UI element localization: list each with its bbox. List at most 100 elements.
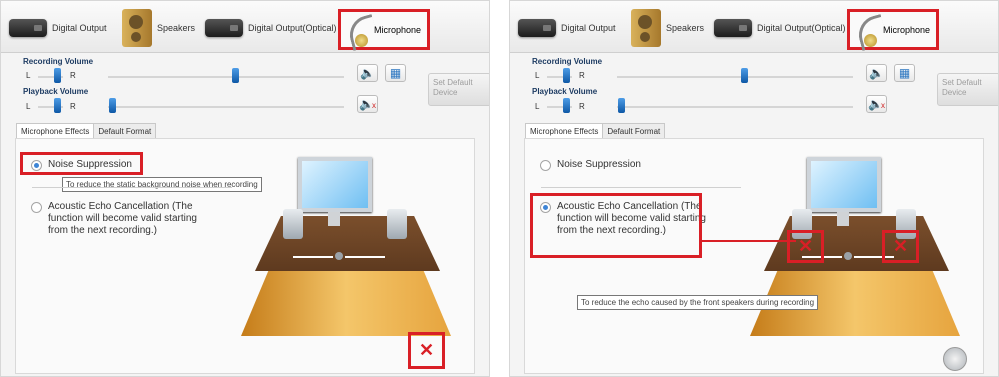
separator <box>32 187 232 188</box>
left-echo-x-icon: ✕ <box>787 230 824 263</box>
tab-speakers[interactable]: Speakers <box>122 9 195 47</box>
left-speaker-image <box>283 209 303 239</box>
tab-label-speakers: Speakers <box>157 23 196 33</box>
playback-right-label: R <box>579 102 585 111</box>
digital-output-icon <box>518 19 556 37</box>
highlight-acoustic-echo <box>530 193 702 258</box>
tab-label-microphone: Microphone <box>373 24 421 35</box>
monitor-image <box>807 157 881 212</box>
recording-balance-thumb[interactable] <box>563 68 570 83</box>
microphone-position-icon <box>335 252 343 260</box>
microphone-boost-button[interactable]: ▦ <box>894 64 915 82</box>
tab-microphone[interactable]: Microphone <box>847 9 939 50</box>
disabled-x-icon: ✕ <box>408 332 445 369</box>
recording-volume-slider[interactable] <box>617 76 853 78</box>
tab-default-format[interactable]: Default Format <box>93 123 157 139</box>
recording-left-label: L <box>535 71 540 80</box>
tab-label-digital-output-optical: Digital Output(Optical) <box>757 23 846 33</box>
recording-right-label: R <box>70 71 76 80</box>
recording-volume-slider[interactable] <box>108 76 344 78</box>
optical-output-icon <box>205 19 243 37</box>
tab-label-digital-output: Digital Output <box>52 23 107 33</box>
playback-volume-label: Playback Volume <box>23 87 89 96</box>
recording-balance-thumb[interactable] <box>54 68 61 83</box>
highlight-connector-line <box>701 240 796 242</box>
playback-volume-label: Playback Volume <box>532 87 598 96</box>
acoustic-echo-option[interactable]: Acoustic Echo Cancellation (The function… <box>31 201 211 237</box>
noise-suppression-label: Noise Suppression <box>557 159 641 170</box>
recording-mute-button[interactable]: 🔈 <box>866 64 887 82</box>
playback-mute-button[interactable]: 🔈x <box>357 95 378 113</box>
tab-default-format[interactable]: Default Format <box>602 123 666 139</box>
recording-left-label: L <box>26 71 31 80</box>
right-panel: Digital Output Speakers Digital Output(O… <box>509 0 999 377</box>
effects-content: Noise Suppression Acoustic Echo Cancella… <box>524 138 984 374</box>
recording-right-label: R <box>579 71 585 80</box>
settings-round-icon[interactable] <box>943 347 967 371</box>
tab-microphone[interactable]: Microphone <box>338 9 430 50</box>
tab-label-digital-output-optical: Digital Output(Optical) <box>248 23 337 33</box>
speakers-icon <box>631 9 661 47</box>
right-speaker-image <box>387 209 407 239</box>
acoustic-echo-tooltip: To reduce the echo caused by the front s… <box>577 295 819 310</box>
set-default-device-button[interactable]: Set Default Device <box>428 73 489 106</box>
device-tabs: Digital Output Speakers Digital Output(O… <box>510 1 998 53</box>
recording-volume-label: Recording Volume <box>532 57 603 66</box>
recording-volume-thumb[interactable] <box>741 68 748 83</box>
digital-output-icon <box>9 19 47 37</box>
tab-speakers[interactable]: Speakers <box>631 9 704 47</box>
device-tabs: Digital Output Speakers Digital Output(O… <box>1 1 489 53</box>
acoustic-echo-radio[interactable] <box>31 202 42 213</box>
tab-digital-output-optical[interactable]: Digital Output(Optical) <box>205 9 337 47</box>
monitor-stand <box>328 212 340 226</box>
recording-mute-button[interactable]: 🔈 <box>357 64 378 82</box>
monitor-image <box>298 157 372 212</box>
tab-digital-output[interactable]: Digital Output <box>518 9 616 47</box>
mic-boost-icon: ▦ <box>898 66 911 80</box>
tab-label-digital-output: Digital Output <box>561 23 616 33</box>
microphone-boost-button[interactable]: ▦ <box>385 64 406 82</box>
speakers-icon <box>122 9 152 47</box>
playback-left-label: L <box>535 102 540 111</box>
playback-balance-thumb[interactable] <box>54 98 61 113</box>
left-panel: Digital Output Speakers Digital Output(O… <box>0 0 490 377</box>
left-sound-arrow <box>293 256 333 258</box>
echo-illustration <box>241 151 451 336</box>
tab-digital-output-optical[interactable]: Digital Output(Optical) <box>714 9 846 47</box>
playback-volume-slider[interactable] <box>108 106 344 108</box>
playback-volume-slider[interactable] <box>617 106 853 108</box>
noise-suppression-radio[interactable] <box>540 160 551 171</box>
noise-suppression-tooltip: To reduce the static background noise wh… <box>62 177 262 192</box>
optical-output-icon <box>714 19 752 37</box>
microphone-icon <box>347 13 368 47</box>
tab-microphone-effects[interactable]: Microphone Effects <box>525 123 604 139</box>
muted-speaker-icon: 🔈x <box>359 97 376 111</box>
microphone-icon <box>856 13 877 47</box>
effects-tabs: Microphone Effects Default Format <box>525 123 666 139</box>
tab-digital-output[interactable]: Digital Output <box>9 9 107 47</box>
playback-volume-thumb[interactable] <box>618 98 625 113</box>
playback-volume-thumb[interactable] <box>109 98 116 113</box>
acoustic-echo-label: Acoustic Echo Cancellation (The function… <box>48 201 197 236</box>
tab-label-microphone: Microphone <box>882 24 930 35</box>
mic-boost-icon: ▦ <box>389 66 402 80</box>
right-echo-x-icon: ✕ <box>882 230 919 263</box>
playback-left-label: L <box>26 102 31 111</box>
tab-label-speakers: Speakers <box>666 23 705 33</box>
right-sound-arrow <box>345 256 385 258</box>
recording-volume-thumb[interactable] <box>232 68 239 83</box>
playback-right-label: R <box>70 102 76 111</box>
microphone-position-icon <box>844 252 852 260</box>
playback-balance-thumb[interactable] <box>563 98 570 113</box>
playback-mute-button[interactable]: 🔈x <box>866 95 887 113</box>
separator <box>541 187 741 188</box>
noise-suppression-option[interactable]: Noise Suppression <box>540 159 641 171</box>
speaker-icon: 🔈 <box>360 66 375 80</box>
set-default-device-button[interactable]: Set Default Device <box>937 73 998 106</box>
floor-image <box>241 266 451 336</box>
tab-microphone-effects[interactable]: Microphone Effects <box>16 123 95 139</box>
highlight-noise-suppression <box>20 152 143 175</box>
effects-tabs: Microphone Effects Default Format <box>16 123 157 139</box>
monitor-stand <box>837 212 849 226</box>
recording-volume-label: Recording Volume <box>23 57 94 66</box>
